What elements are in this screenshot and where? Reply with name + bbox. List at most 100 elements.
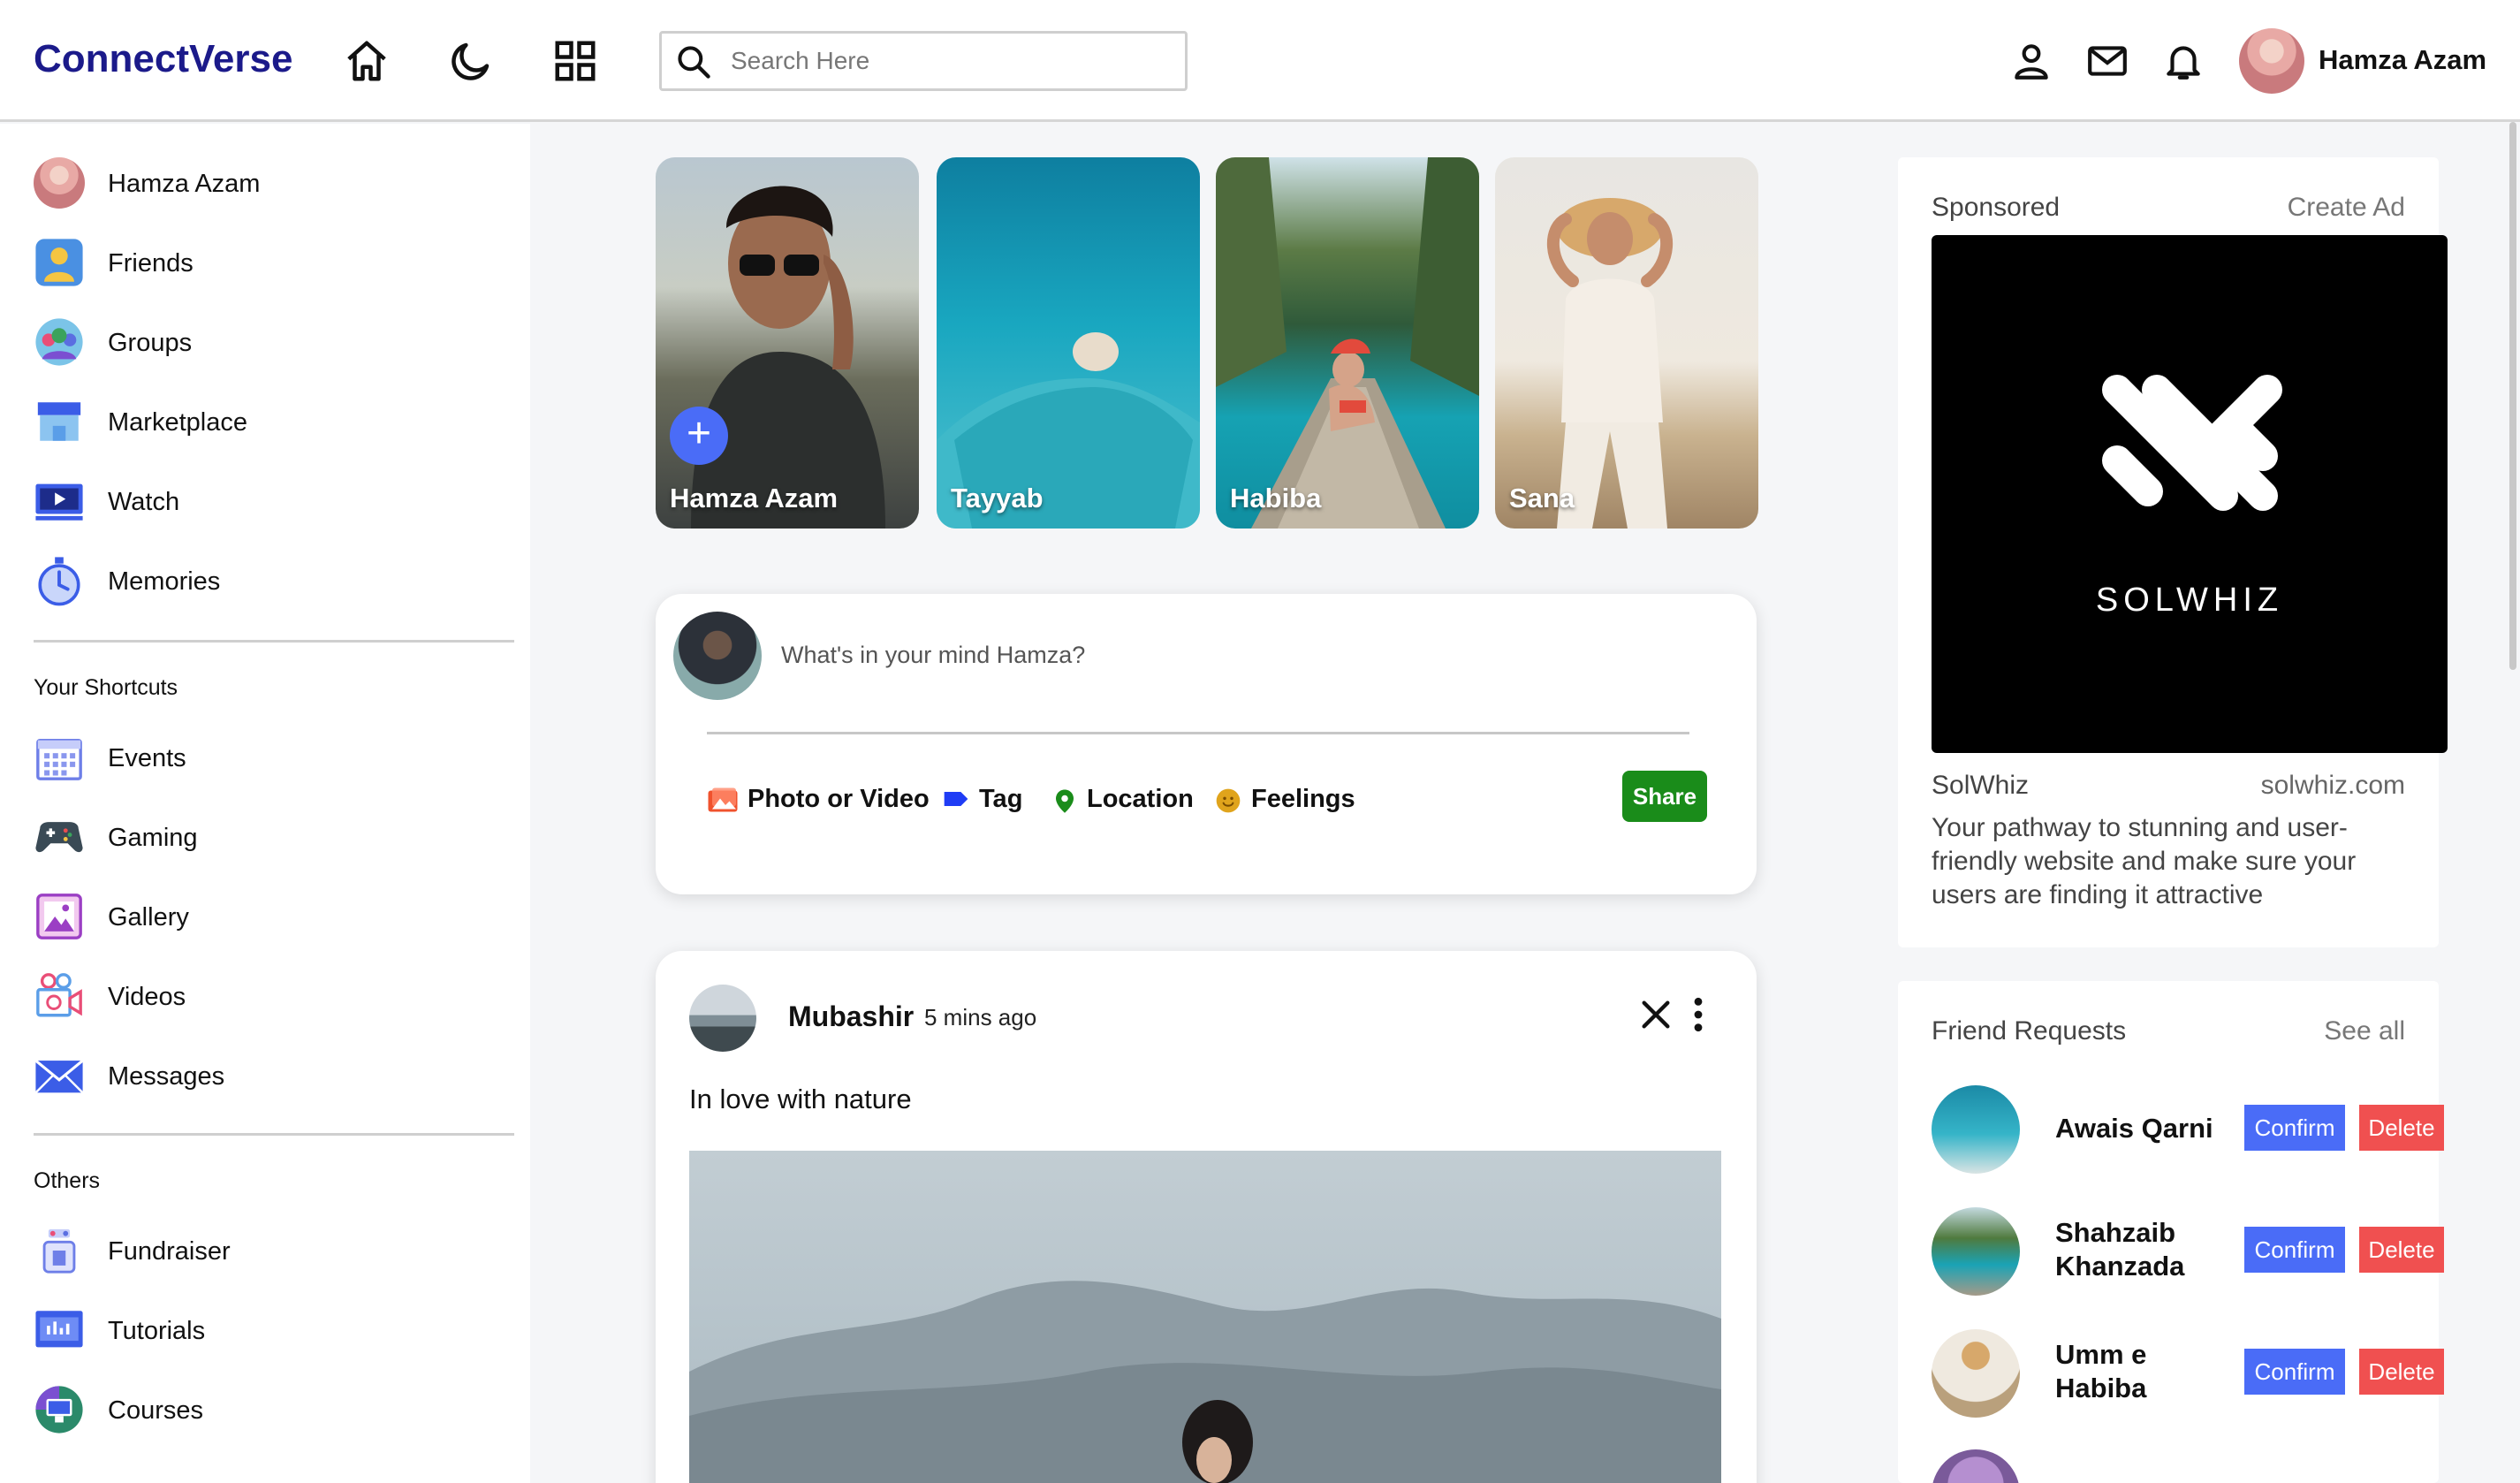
dark-mode-moon-icon[interactable] xyxy=(447,37,495,85)
sidebar-item-messages[interactable]: Messages xyxy=(34,1050,511,1103)
sponsored-card: Sponsored Create Ad SOLWHIZ SolWhiz solw… xyxy=(1898,157,2448,947)
sidebar-item-label: Messages xyxy=(108,1062,225,1091)
memories-icon xyxy=(38,557,80,606)
post-composer: What's in your mind Hamza? Photo or Vide… xyxy=(656,594,1757,894)
ad-image[interactable]: SOLWHIZ xyxy=(1932,235,2448,753)
friend-avatar[interactable] xyxy=(1932,1449,2020,1483)
sidebar-item-label: Fundraiser xyxy=(108,1237,231,1266)
add-story-plus-icon[interactable]: + xyxy=(670,407,728,465)
delete-button[interactable]: Delete xyxy=(2359,1227,2444,1273)
sidebar-item-label: Groups xyxy=(108,329,193,357)
app-logo[interactable]: ConnectVerse xyxy=(34,37,292,81)
friend-request-item: Awais Qarni Confirm Delete xyxy=(1932,1085,2444,1174)
friends-icon xyxy=(35,239,83,286)
sidebar-item-courses[interactable]: Courses xyxy=(34,1384,511,1437)
story-person-photo xyxy=(1547,198,1673,529)
sidebar-item-tutorials[interactable]: Tutorials xyxy=(34,1304,511,1358)
sidebar-item-groups[interactable]: Groups xyxy=(34,316,511,369)
sidebar-item-marketplace[interactable]: Marketplace xyxy=(34,396,511,449)
location-option[interactable]: Location xyxy=(1051,780,1194,818)
sidebar-item-memories[interactable]: Memories xyxy=(34,555,511,608)
ad-name: SolWhiz xyxy=(1932,771,2030,800)
search-icon[interactable] xyxy=(674,42,713,81)
delete-button[interactable]: Delete xyxy=(2359,1349,2444,1395)
composer-input[interactable]: What's in your mind Hamza? xyxy=(781,642,1085,669)
video-camera-icon xyxy=(36,973,82,1017)
apps-grid-icon[interactable] xyxy=(551,37,599,85)
courses-icon xyxy=(35,1386,83,1434)
others-heading: Others xyxy=(34,1168,101,1193)
composer-divider xyxy=(707,732,1689,734)
search-bar xyxy=(659,31,1188,91)
tag-option[interactable]: Tag xyxy=(942,780,1030,818)
confirm-button[interactable]: Confirm xyxy=(2244,1227,2345,1273)
sidebar-item-fundraiser[interactable]: Fundraiser xyxy=(34,1225,511,1278)
post-author-avatar[interactable] xyxy=(689,985,756,1052)
search-input[interactable] xyxy=(731,41,1173,81)
shortcuts-heading: Your Shortcuts xyxy=(34,675,178,700)
delete-button[interactable]: Delete xyxy=(2359,1105,2444,1151)
sidebar-item-watch[interactable]: Watch xyxy=(34,475,511,529)
solwhiz-logo xyxy=(2102,375,2282,511)
home-icon[interactable] xyxy=(343,37,391,85)
story-card[interactable]: + Hamza Azam xyxy=(656,157,919,529)
notification-bell-icon[interactable] xyxy=(2161,39,2205,83)
feelings-option[interactable]: Feelings xyxy=(1214,780,1364,818)
story-card[interactable]: Habiba xyxy=(1216,157,1479,529)
see-all-link[interactable]: See all xyxy=(2324,1016,2405,1046)
profile-person-icon[interactable] xyxy=(2009,39,2053,83)
sidebar-item-gaming[interactable]: Gaming xyxy=(34,811,511,864)
sidebar-divider xyxy=(34,640,514,643)
top-username[interactable]: Hamza Azam xyxy=(2319,44,2486,76)
friend-avatar[interactable] xyxy=(1932,1085,2020,1174)
sidebar-item-videos[interactable]: Videos xyxy=(34,970,511,1023)
post-text: In love with nature xyxy=(689,1084,912,1114)
tutorials-icon xyxy=(35,1311,83,1348)
story-person-photo xyxy=(1216,157,1479,529)
fundraiser-icon xyxy=(42,1228,76,1274)
confirm-button[interactable]: Confirm xyxy=(2244,1105,2345,1151)
close-icon[interactable] xyxy=(1638,997,1674,1032)
sidebar-item-events[interactable]: Events xyxy=(34,732,511,785)
story-name: Habiba xyxy=(1230,483,1322,513)
story-person-photo xyxy=(691,186,885,529)
location-pin-icon xyxy=(1056,789,1074,813)
calendar-icon xyxy=(36,738,82,780)
composer-avatar xyxy=(673,612,762,700)
ad-url[interactable]: solwhiz.com xyxy=(2261,771,2405,801)
friend-name[interactable]: Awais Qarni xyxy=(2055,1112,2232,1145)
sidebar-item-friends[interactable]: Friends xyxy=(34,237,511,290)
story-person-photo xyxy=(937,332,1200,529)
sidebar-item-label: Events xyxy=(108,744,186,772)
post-photo[interactable] xyxy=(689,1151,1721,1483)
option-label: Location xyxy=(1087,785,1194,813)
photo-video-option[interactable]: Photo or Video xyxy=(707,780,930,818)
friend-name[interactable]: Umm e Habiba xyxy=(2055,1338,2232,1405)
sidebar-item-profile[interactable]: Hamza Azam xyxy=(34,157,511,210)
top-navbar: ConnectVerse Hamza Azam xyxy=(0,0,2520,122)
gallery-icon xyxy=(36,894,82,939)
post-time: 5 mins ago xyxy=(924,1004,1037,1030)
confirm-button[interactable]: Confirm xyxy=(2244,1349,2345,1395)
sidebar-item-label: Hamza Azam xyxy=(108,170,261,198)
story-card[interactable]: Tayyab xyxy=(937,157,1200,529)
friend-avatar[interactable] xyxy=(1932,1207,2020,1296)
sidebar-divider xyxy=(34,1133,514,1136)
friend-avatar[interactable] xyxy=(1932,1329,2020,1418)
story-card[interactable]: Sana xyxy=(1495,157,1758,529)
mail-icon[interactable] xyxy=(2085,39,2129,83)
create-ad-link[interactable]: Create Ad xyxy=(2288,193,2405,223)
more-options-icon[interactable] xyxy=(1689,995,1707,1034)
profile-avatar xyxy=(34,157,85,209)
friend-request-item: Umm e Habiba Confirm Delete xyxy=(1932,1329,2444,1418)
post-author[interactable]: Mubashir xyxy=(788,1000,914,1033)
story-name: Sana xyxy=(1509,483,1575,513)
tag-icon xyxy=(944,792,968,806)
friend-requests-card: Friend Requests See all Awais Qarni Conf… xyxy=(1898,981,2444,1483)
friend-name[interactable]: Shahzaib Khanzada xyxy=(2055,1216,2232,1283)
user-avatar[interactable] xyxy=(2239,28,2304,94)
page-scrollbar[interactable] xyxy=(2509,122,2516,670)
smiley-icon xyxy=(1216,788,1241,813)
sidebar-item-gallery[interactable]: Gallery xyxy=(34,891,511,944)
share-button[interactable]: Share xyxy=(1622,771,1707,822)
